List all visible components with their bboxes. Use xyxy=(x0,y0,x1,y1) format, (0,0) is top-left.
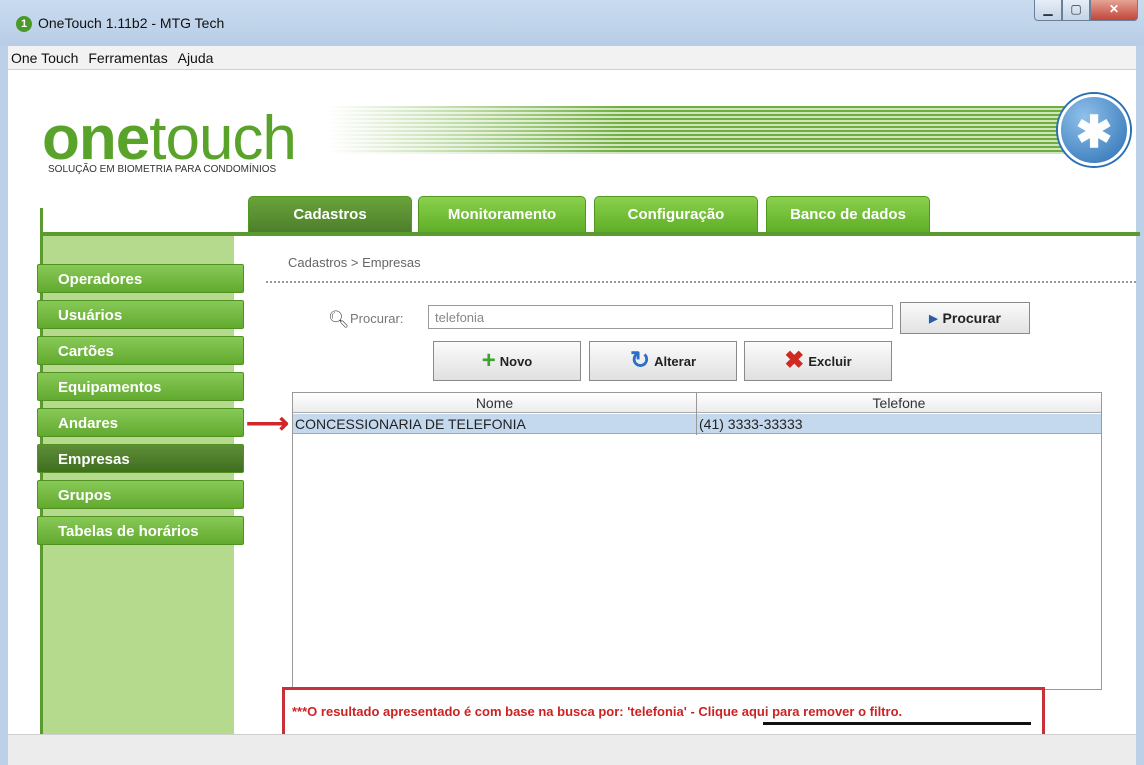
tab-banco-de-dados[interactable]: Banco de dados xyxy=(766,196,930,232)
app-icon: 1 xyxy=(16,16,32,32)
refresh-icon: ↻ xyxy=(629,347,651,374)
table-row[interactable]: CONCESSIONARIA DE TELEFONIA (41) 3333-33… xyxy=(293,414,1101,434)
banner-stripes xyxy=(328,106,1068,154)
menu-bar: One Touch Ferramentas Ajuda xyxy=(8,46,1136,70)
window-controls: ▁ ▢ ✕ xyxy=(1034,0,1138,21)
sidebar-item-operadores[interactable]: Operadores xyxy=(37,264,244,293)
sidebar-item-equipamentos[interactable]: Equipamentos xyxy=(37,372,244,401)
window-frame-left xyxy=(0,46,8,765)
tab-configuracao[interactable]: Configuração xyxy=(594,196,758,232)
plus-icon: + xyxy=(481,347,496,374)
tab-cadastros[interactable]: Cadastros xyxy=(248,196,412,232)
sidebar-item-usuarios[interactable]: Usuários xyxy=(37,300,244,329)
menu-ajuda[interactable]: Ajuda xyxy=(175,46,217,66)
close-button[interactable]: ✕ xyxy=(1090,0,1138,21)
column-header-nome[interactable]: Nome xyxy=(293,393,696,413)
table-header: Nome Telefone xyxy=(293,393,1101,413)
sidebar-item-grupos[interactable]: Grupos xyxy=(37,480,244,509)
window-title: OneTouch 1.11b2 - MTG Tech xyxy=(38,15,225,31)
cell-nome: CONCESSIONARIA DE TELEFONIA xyxy=(295,416,526,432)
search-icon: 🔍︎ xyxy=(328,310,350,329)
search-input[interactable] xyxy=(428,305,893,329)
menu-ferramentas[interactable]: Ferramentas xyxy=(85,46,170,66)
cell-telefone: (41) 3333-33333 xyxy=(699,416,803,432)
column-header-telefone[interactable]: Telefone xyxy=(697,393,1101,413)
sidebar-item-cartoes[interactable]: Cartões xyxy=(37,336,244,365)
play-icon: ▶ xyxy=(929,312,938,325)
filter-notice-text: ***O resultado apresentado é com base na… xyxy=(292,704,902,719)
window-frame-right xyxy=(1136,46,1144,765)
search-button[interactable]: ▶ Procurar xyxy=(900,302,1030,334)
logo-touch: touch xyxy=(149,104,297,173)
divider xyxy=(266,281,1136,283)
status-bar xyxy=(8,734,1136,765)
menu-one-touch[interactable]: One Touch xyxy=(8,46,81,66)
logo-one: one xyxy=(42,104,150,173)
sidebar-item-empresas[interactable]: Empresas xyxy=(37,444,244,473)
search-button-label: Procurar xyxy=(942,310,1001,326)
delete-button-label: Excluir xyxy=(808,353,852,369)
sidebar-item-andares[interactable]: Andares xyxy=(37,408,244,437)
onetouch-logo: onetouch xyxy=(42,108,297,170)
filter-notice: ***O resultado apresentado é com base na… xyxy=(282,687,1045,738)
globe-logo-icon: ✱ xyxy=(1058,94,1130,166)
delete-x-icon: ✖ xyxy=(784,347,805,374)
remove-filter-link[interactable]: Clique aqui para remover o filtro. xyxy=(698,704,902,719)
arrow-right-icon: ⟶ xyxy=(246,407,290,440)
minimize-button[interactable]: ▁ xyxy=(1034,0,1062,21)
link-underline xyxy=(763,722,1031,725)
companies-table: Nome Telefone CONCESSIONARIA DE TELEFONI… xyxy=(292,392,1102,690)
column-divider xyxy=(696,393,697,435)
title-bar: 1 OneTouch 1.11b2 - MTG Tech ▁ ▢ ✕ xyxy=(0,0,1144,46)
edit-button-label: Alterar xyxy=(654,353,697,369)
tagline: SOLUÇÃO EM BIOMETRIA PARA CONDOMÍNIOS xyxy=(48,164,277,175)
filter-message: ***O resultado apresentado é com base na… xyxy=(292,704,699,719)
sidebar-item-tabelas-de-horarios[interactable]: Tabelas de horários xyxy=(37,516,244,545)
maximize-button[interactable]: ▢ xyxy=(1062,0,1090,21)
delete-button[interactable]: ✖ Excluir xyxy=(744,341,892,381)
tab-monitoramento[interactable]: Monitoramento xyxy=(418,196,586,232)
breadcrumb: Cadastros > Empresas xyxy=(288,255,421,270)
new-button-label: Novo xyxy=(499,353,533,369)
edit-button[interactable]: ↻ Alterar xyxy=(589,341,737,381)
search-label: Procurar: xyxy=(350,311,404,326)
new-button[interactable]: + Novo xyxy=(433,341,581,381)
